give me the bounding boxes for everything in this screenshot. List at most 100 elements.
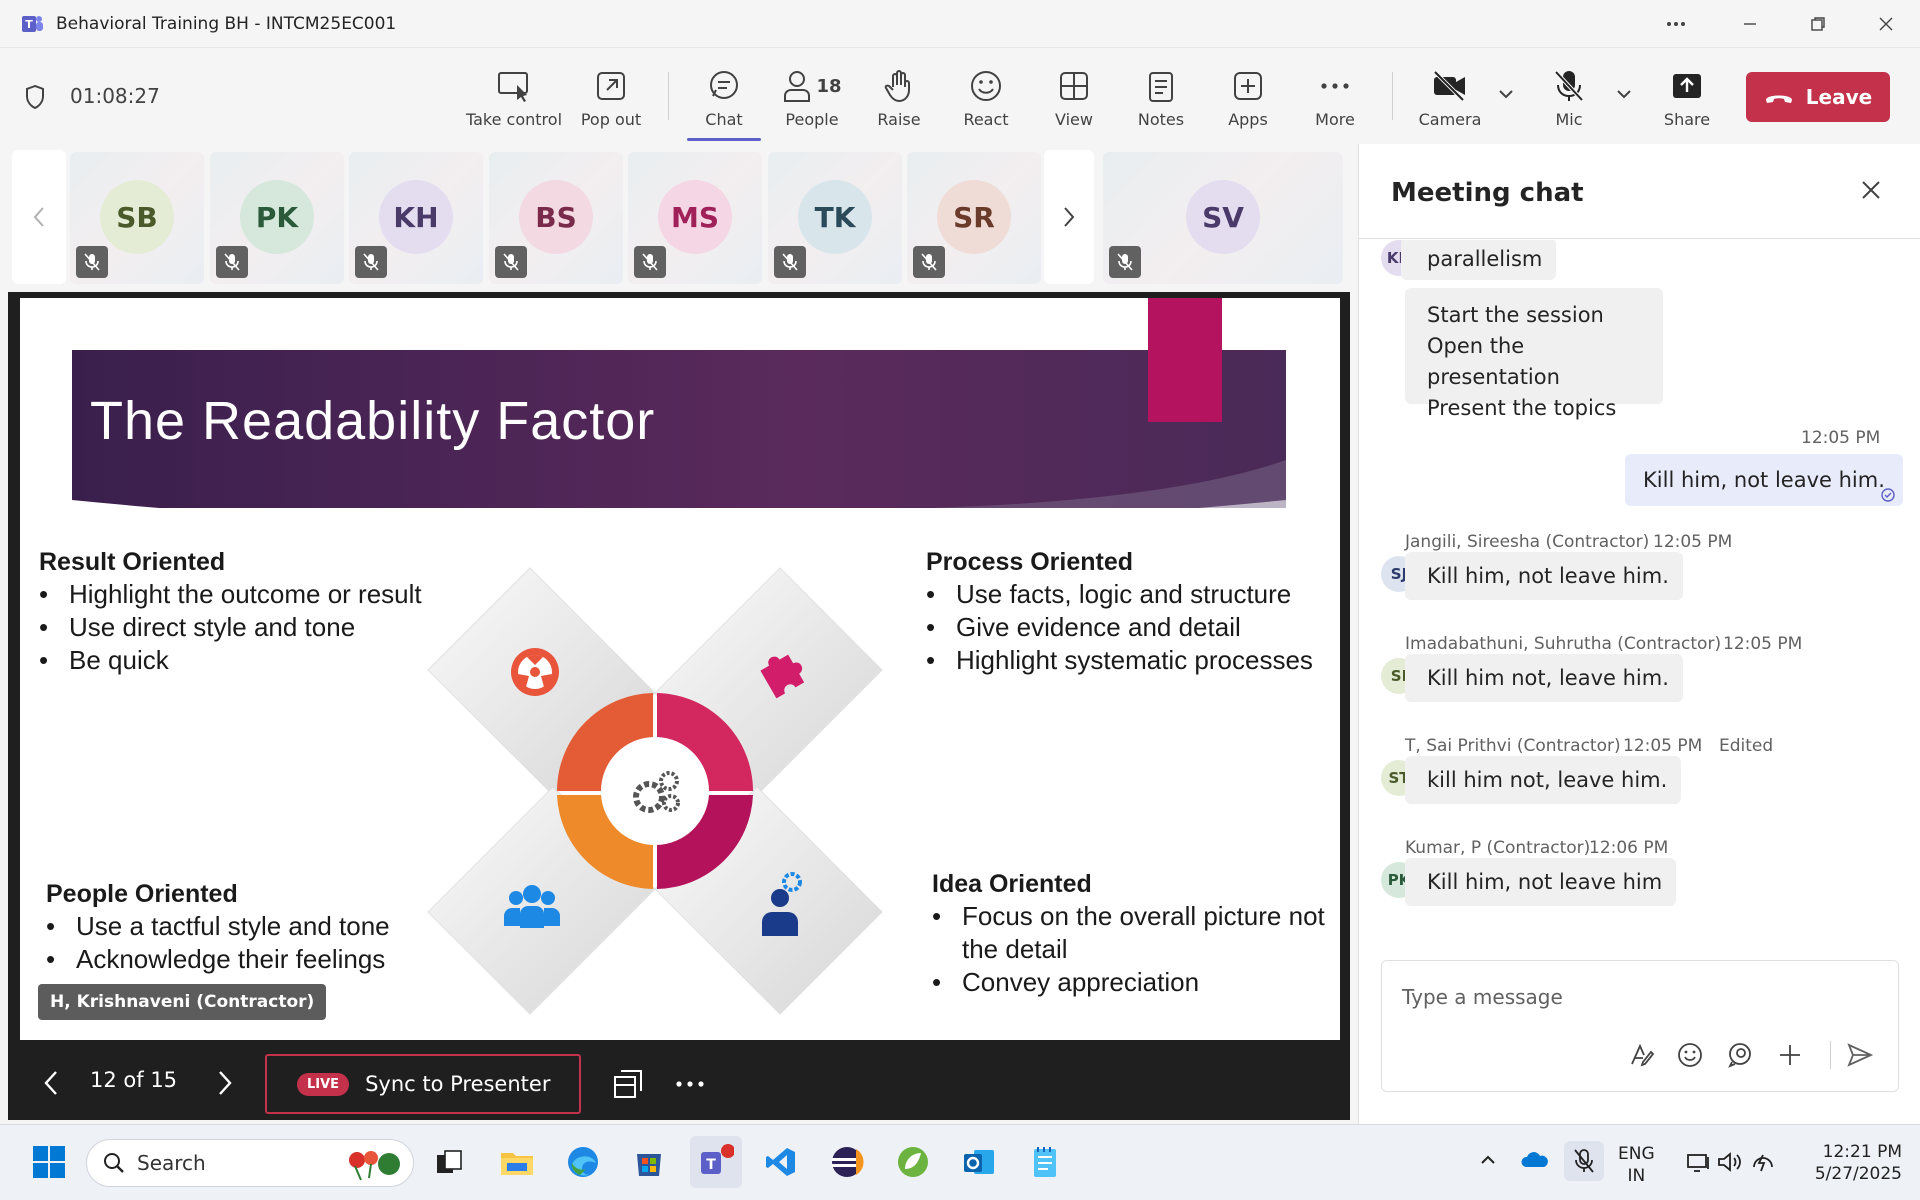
participant-tile[interactable]: SR — [907, 152, 1041, 284]
notepad-button[interactable] — [1022, 1139, 1068, 1185]
teams-icon: T — [701, 1144, 734, 1174]
task-view-button[interactable] — [426, 1139, 472, 1185]
message-compose-box[interactable]: Type a message — [1381, 960, 1899, 1092]
share-button[interactable]: Share — [1642, 66, 1732, 138]
raise-hand-button[interactable]: Raise — [854, 66, 944, 138]
mic-muted-icon — [1574, 1149, 1594, 1173]
eclipse-button[interactable] — [824, 1139, 870, 1185]
sync-to-presenter-button[interactable]: LIVE Sync to Presenter — [265, 1054, 581, 1114]
mic-options-chevron-icon[interactable] — [1616, 88, 1632, 100]
message-timestamp: 12:05 PM — [1723, 634, 1803, 654]
list-item: Acknowledge their feelings — [46, 943, 390, 976]
people-oriented-heading: People Oriented — [46, 880, 238, 908]
onedrive-icon[interactable] — [1520, 1149, 1548, 1169]
emoji-button[interactable] — [1674, 1039, 1706, 1071]
result-oriented-list: Highlight the outcome or result Use dire… — [39, 578, 422, 677]
attach-button[interactable] — [1774, 1039, 1806, 1071]
mic-muted-icon — [1109, 246, 1141, 278]
process-oriented-heading: Process Oriented — [926, 548, 1134, 576]
camera-button[interactable]: Camera — [1405, 66, 1495, 138]
edge-button[interactable] — [560, 1139, 606, 1185]
participant-tile[interactable]: SV — [1103, 152, 1343, 284]
chat-message: Kill him, not leave him — [1405, 858, 1677, 906]
view-button[interactable]: View — [1029, 66, 1119, 138]
slide-title: The Readability Factor — [90, 391, 656, 451]
presentation-slide: The Readability Factor Result Oriented H… — [20, 298, 1340, 1040]
message-author: Kumar, P (Contractor) — [1405, 838, 1591, 858]
view-label: View — [1055, 110, 1093, 129]
participant-tile[interactable]: PK — [210, 152, 344, 284]
send-button[interactable] — [1844, 1039, 1876, 1071]
participant-tile[interactable]: TK — [768, 152, 902, 284]
camera-label: Camera — [1418, 110, 1482, 129]
loop-component-button[interactable] — [1724, 1039, 1756, 1071]
clock[interactable]: 12:21 PM 5/27/2025 — [1796, 1141, 1902, 1185]
teams-taskbar-button[interactable]: T — [690, 1136, 742, 1188]
file-explorer-button[interactable] — [494, 1139, 540, 1185]
store-button[interactable] — [626, 1139, 672, 1185]
language-indicator[interactable]: ENG IN — [1618, 1143, 1655, 1187]
close-icon[interactable] — [1859, 178, 1883, 202]
notes-button[interactable]: Notes — [1116, 66, 1206, 138]
taskbar-search[interactable]: Search — [86, 1139, 414, 1187]
network-icon[interactable] — [1686, 1151, 1712, 1173]
volume-icon[interactable] — [1716, 1151, 1744, 1173]
vscode-icon — [766, 1148, 795, 1176]
previous-slide-button[interactable] — [36, 1066, 66, 1100]
chevron-left-icon — [33, 207, 44, 227]
participant-tile[interactable]: SB — [70, 152, 204, 284]
vscode-button[interactable] — [758, 1139, 804, 1185]
microsoft-store-icon — [637, 1154, 661, 1176]
share-icon — [1673, 74, 1701, 98]
mic-muted-tray-button[interactable] — [1564, 1141, 1604, 1181]
people-button[interactable]: 18 People — [767, 66, 857, 138]
camera-off-icon — [1433, 70, 1465, 102]
search-icon — [104, 1153, 124, 1173]
toolbar-divider — [1392, 72, 1393, 120]
mic-muted-icon — [774, 246, 806, 278]
chevron-right-icon — [219, 1071, 232, 1095]
strip-next-button[interactable] — [1044, 150, 1094, 284]
battery-charging-icon[interactable] — [1750, 1149, 1778, 1175]
slide-more-options-button[interactable] — [674, 1074, 706, 1094]
camera-options-chevron-icon[interactable] — [1498, 88, 1514, 100]
avatar: BS — [519, 180, 593, 254]
idea-oriented-heading: Idea Oriented — [932, 870, 1092, 898]
take-control-button[interactable]: Take control — [466, 66, 562, 138]
outlook-button[interactable] — [956, 1139, 1002, 1185]
spring-tools-button[interactable] — [890, 1139, 936, 1185]
chat-button[interactable]: Chat — [679, 66, 769, 141]
avatar: SV — [1186, 180, 1260, 254]
react-button[interactable]: React — [941, 66, 1031, 138]
more-button[interactable]: More — [1290, 66, 1380, 138]
list-item: Focus on the overall picture not the det… — [932, 900, 1332, 966]
people-label: People — [785, 110, 839, 129]
minimize-icon[interactable] — [1738, 12, 1762, 36]
start-button[interactable] — [26, 1139, 72, 1185]
more-options-icon[interactable] — [1664, 12, 1688, 36]
format-button[interactable] — [1626, 1039, 1658, 1071]
format-icon — [1631, 1043, 1655, 1067]
leave-button[interactable]: Leave — [1746, 72, 1890, 122]
strip-prev-button[interactable] — [12, 150, 66, 284]
chevron-up-icon[interactable] — [1480, 1153, 1496, 1165]
list-item: Give evidence and detail — [926, 611, 1330, 644]
message-input[interactable]: Type a message — [1402, 985, 1563, 1009]
search-highlight-icon — [349, 1151, 400, 1181]
sync-label: Sync to Presenter — [365, 1072, 551, 1096]
next-slide-button[interactable] — [210, 1066, 240, 1100]
message-author: T, Sai Prithvi (Contractor) — [1405, 736, 1621, 756]
participant-tile[interactable]: BS — [489, 152, 623, 284]
mic-muted-icon — [355, 246, 387, 278]
close-window-icon[interactable] — [1874, 12, 1898, 36]
participant-tile[interactable]: KH — [349, 152, 483, 284]
apps-button[interactable]: Apps — [1203, 66, 1293, 138]
restore-icon[interactable] — [1806, 12, 1830, 36]
layout-icon — [614, 1070, 642, 1098]
folder-icon — [501, 1153, 533, 1175]
slide-view-toggle-button[interactable] — [612, 1068, 644, 1100]
pop-out-button[interactable]: Pop out — [566, 66, 656, 138]
mic-button[interactable]: Mic — [1524, 66, 1614, 138]
apps-icon — [1234, 72, 1262, 100]
participant-tile[interactable]: MS — [628, 152, 762, 284]
